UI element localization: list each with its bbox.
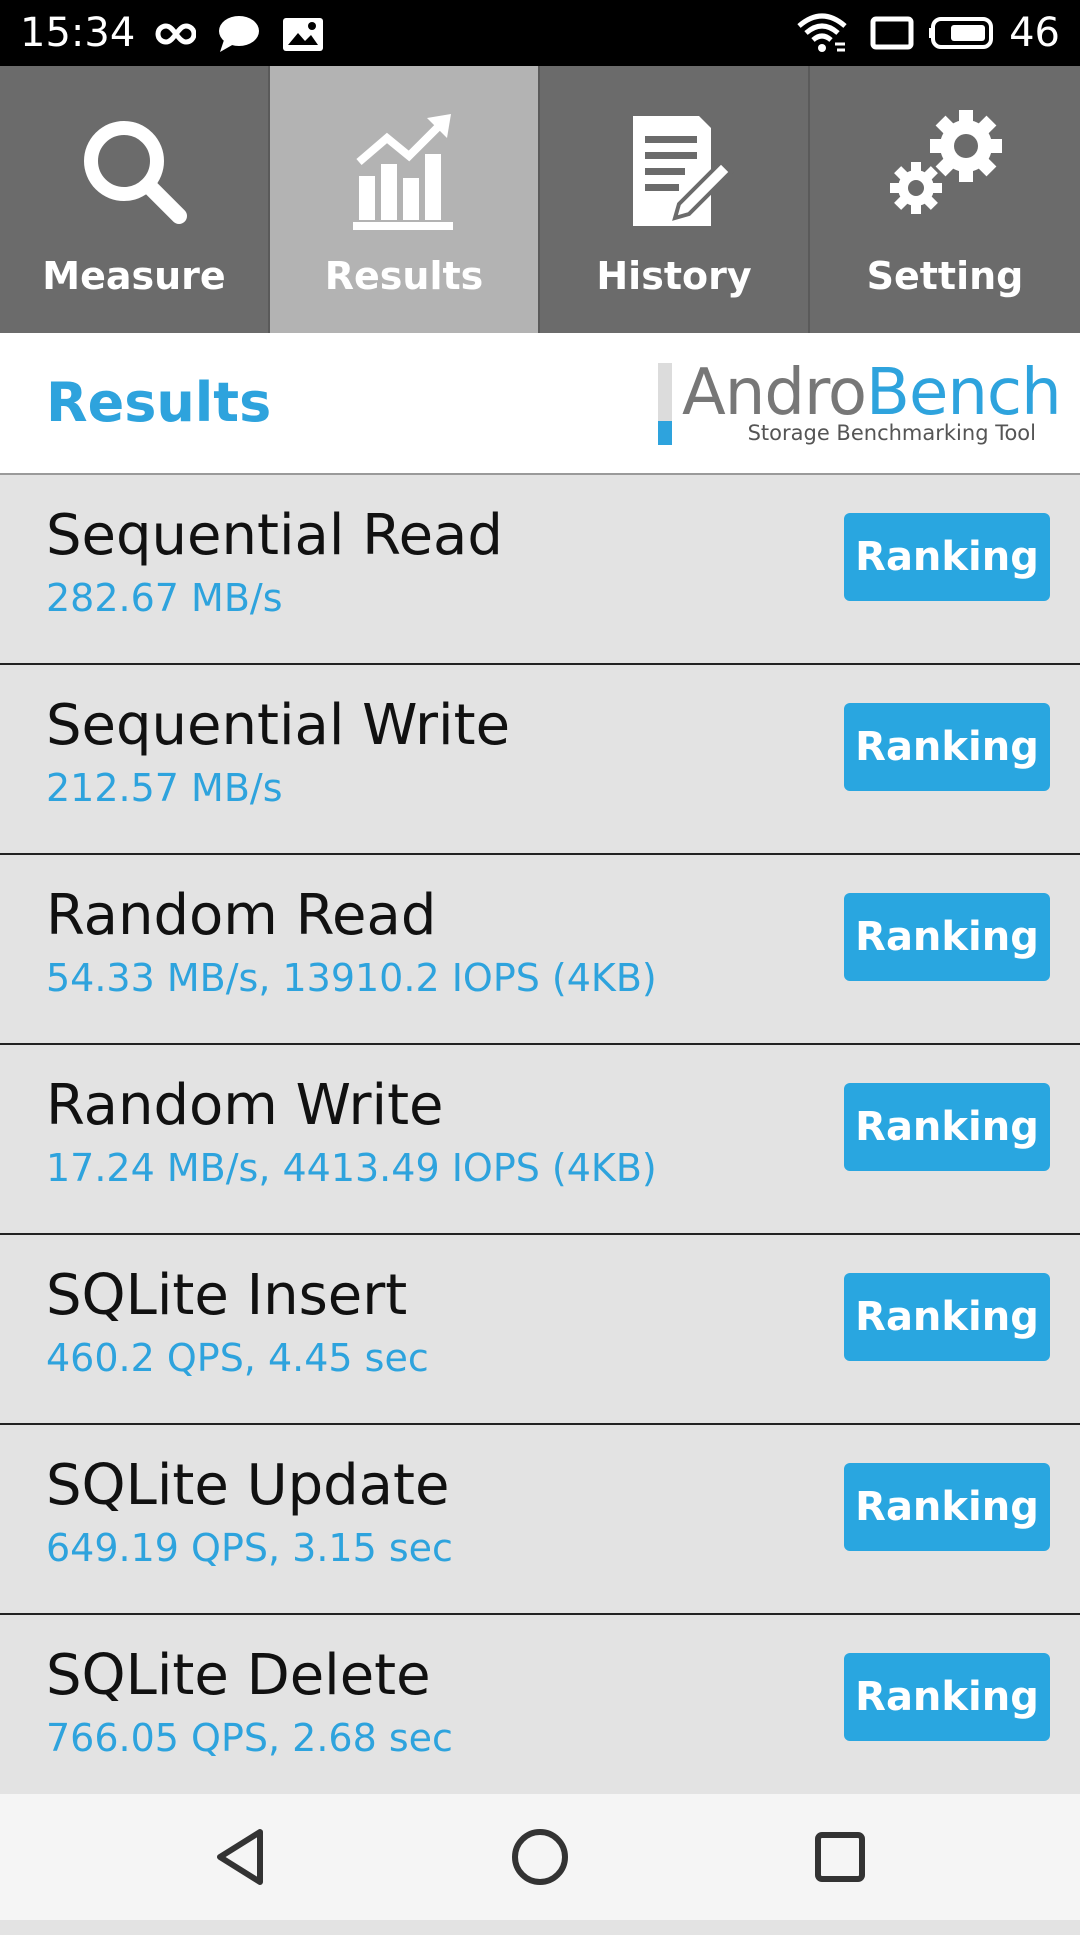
ranking-button[interactable]: Ranking [844, 893, 1050, 981]
top-tab-bar: Measure Results History Setting [0, 66, 1080, 333]
status-bar: 15:34 46 [0, 0, 1080, 66]
tab-label: Results [324, 254, 484, 298]
result-value: 282.67 MB/s [46, 576, 283, 620]
logo-tagline: Storage Benchmarking Tool [747, 421, 1036, 445]
wifi-icon [797, 13, 847, 52]
ranking-button[interactable]: Ranking [844, 513, 1050, 601]
result-value: 17.24 MB/s, 4413.49 IOPS (4KB) [46, 1146, 657, 1190]
result-name: Sequential Read [46, 503, 503, 568]
magnifier-icon [84, 121, 187, 224]
result-name: SQLite Insert [46, 1263, 408, 1328]
tab-setting[interactable]: Setting [810, 66, 1080, 333]
results-list: Sequential Read 282.67 MB/s Ranking Sequ… [0, 475, 1080, 1935]
home-icon[interactable] [505, 1822, 575, 1892]
ranking-button[interactable]: Ranking [844, 1653, 1050, 1741]
tab-history[interactable]: History [540, 66, 810, 333]
result-value: 54.33 MB/s, 13910.2 IOPS (4KB) [46, 956, 657, 1000]
ranking-button[interactable]: Ranking [844, 1083, 1050, 1171]
tab-label: History [596, 254, 752, 298]
battery-level: 46 [1009, 10, 1060, 56]
result-name: Random Write [46, 1073, 444, 1138]
result-row-random-write: Random Write 17.24 MB/s, 4413.49 IOPS (4… [0, 1045, 1080, 1235]
result-value: 212.57 MB/s [46, 766, 283, 810]
ranking-button[interactable]: Ranking [844, 1463, 1050, 1551]
result-name: Random Read [46, 883, 437, 948]
tab-results[interactable]: Results [270, 66, 540, 333]
system-nav-bar [0, 1794, 1080, 1920]
page-title: Results [46, 371, 272, 434]
infinity-icon [155, 23, 196, 45]
androbench-logo: AndroBench Storage Benchmarking Tool [658, 356, 1062, 453]
result-value: 649.19 QPS, 3.15 sec [46, 1526, 453, 1570]
result-value: 460.2 QPS, 4.45 sec [46, 1336, 429, 1380]
result-value: 766.05 QPS, 2.68 sec [46, 1716, 453, 1760]
chart-icon [353, 114, 453, 230]
logo-bench: Bench [866, 356, 1062, 430]
result-name: Sequential Write [46, 693, 511, 758]
tab-measure[interactable]: Measure [0, 66, 270, 333]
ranking-button[interactable]: Ranking [844, 703, 1050, 791]
logo-bar-blue [658, 421, 672, 445]
result-row-random-read: Random Read 54.33 MB/s, 13910.2 IOPS (4K… [0, 855, 1080, 1045]
result-row-sequential-write: Sequential Write 212.57 MB/s Ranking [0, 665, 1080, 855]
results-header: Results AndroBench Storage Benchmarking … [0, 333, 1080, 475]
tab-label: Measure [42, 254, 226, 298]
result-row-sqlite-insert: SQLite Insert 460.2 QPS, 4.45 sec Rankin… [0, 1235, 1080, 1425]
gears-icon [890, 110, 1002, 214]
logo-wordmark: AndroBench [682, 355, 1062, 431]
result-name: SQLite Update [46, 1453, 450, 1518]
logo-bar-grey [658, 363, 672, 421]
chat-bubble-icon [219, 16, 259, 52]
ranking-button[interactable]: Ranking [844, 1273, 1050, 1361]
result-row-sqlite-update: SQLite Update 649.19 QPS, 3.15 sec Ranki… [0, 1425, 1080, 1615]
logo-andro: Andro [682, 356, 867, 430]
back-icon[interactable] [206, 1822, 276, 1892]
result-name: SQLite Delete [46, 1643, 431, 1708]
recents-icon[interactable] [805, 1822, 875, 1892]
document-edit-icon [633, 116, 734, 226]
result-row-sequential-read: Sequential Read 282.67 MB/s Ranking [0, 475, 1080, 665]
status-time: 15:34 [20, 10, 136, 56]
battery-icon [929, 17, 994, 49]
screen-icon [870, 16, 914, 50]
tab-label: Setting [866, 254, 1024, 298]
image-notification-icon [283, 18, 323, 51]
